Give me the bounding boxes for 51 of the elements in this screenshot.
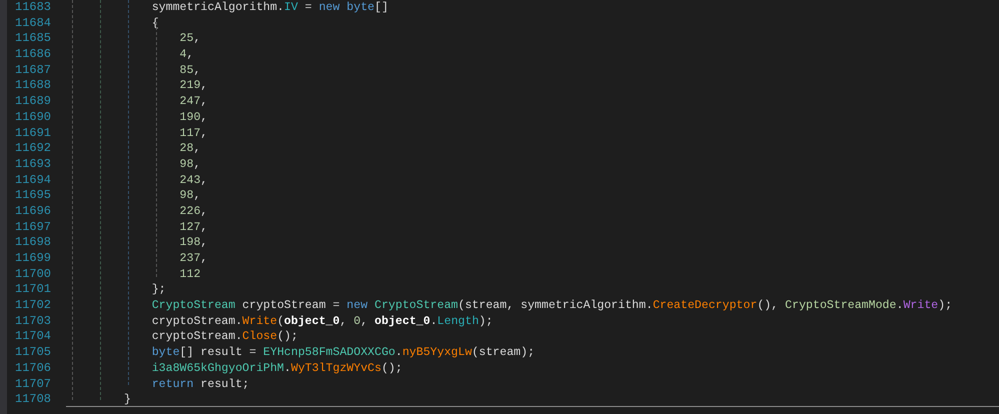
code-line: 190, — [178, 110, 208, 124]
line-number: 11695 — [15, 188, 52, 202]
line-number: 11689 — [15, 94, 52, 108]
line-number: 11706 — [15, 360, 52, 375]
code-line: 237, — [178, 252, 208, 265]
line-number: 11688 — [15, 78, 52, 92]
line-number: 11687 — [15, 62, 52, 77]
code-line: return result; — [150, 378, 250, 390]
code-line: 127, — [178, 220, 208, 234]
line-number: 11708 — [15, 392, 52, 406]
code-line: } — [124, 393, 131, 406]
code-line: 25, — [178, 32, 201, 46]
line-number: 11704 — [15, 329, 52, 344]
code-line: 4, — [178, 48, 194, 62]
line-number: 11693 — [15, 156, 52, 171]
line-number: 11683 — [15, 0, 52, 14]
line-number: 11698 — [15, 235, 52, 250]
line-number: 11684 — [15, 16, 52, 30]
line-number: 11697 — [15, 220, 52, 234]
code-line: cryptoStream.Write(object_0, 0, object_0.Length); — [150, 314, 493, 328]
code-line: 98, — [178, 189, 201, 202]
line-number: 11696 — [15, 204, 52, 218]
line-number: 11686 — [15, 47, 52, 62]
line-number: 11705 — [15, 345, 52, 360]
line-number: 11700 — [15, 266, 52, 281]
line-number: 11701 — [15, 282, 52, 296]
code-line: 219, — [178, 79, 208, 92]
code-line: byte[] result = EYHcnp58FmSADOXXCGo.nyB5YyxgLw(stream); — [150, 346, 535, 360]
code-line: CryptoStream cryptoStream = new CryptoStream(stream, symmetricAlgorithm.CreateDecryptor(), CryptoStreamMode.Write); — [150, 299, 952, 312]
code-line: 85, — [178, 64, 201, 77]
line-number: 11692 — [15, 141, 52, 156]
line-number: 11707 — [15, 376, 52, 390]
code-line: 28, — [178, 142, 201, 156]
line-number: 11691 — [15, 126, 52, 140]
code-line: 98, — [178, 158, 201, 171]
code-line: cryptoStream.Close(); — [150, 330, 298, 344]
line-number: 11699 — [15, 251, 52, 265]
code-line: 226, — [178, 204, 208, 218]
code-line: 117, — [178, 126, 208, 140]
code-line: 243, — [178, 174, 208, 187]
code-line: 198, — [178, 236, 208, 250]
code-line: i3a8W65kGhgyoOriPhM.WyT3lTgzWYvCs(); — [150, 362, 402, 375]
code-line: 247, — [178, 95, 208, 108]
line-number: 11703 — [15, 314, 52, 328]
code-line: }; — [150, 283, 166, 296]
line-number: 11685 — [15, 31, 52, 46]
line-number: 11694 — [15, 172, 52, 187]
code-line: symmetricAlgorithm.IV = new byte[] — [150, 1, 388, 14]
code-line: 112 — [178, 268, 201, 281]
line-number: 11702 — [15, 298, 52, 312]
line-number: 11690 — [15, 110, 52, 124]
